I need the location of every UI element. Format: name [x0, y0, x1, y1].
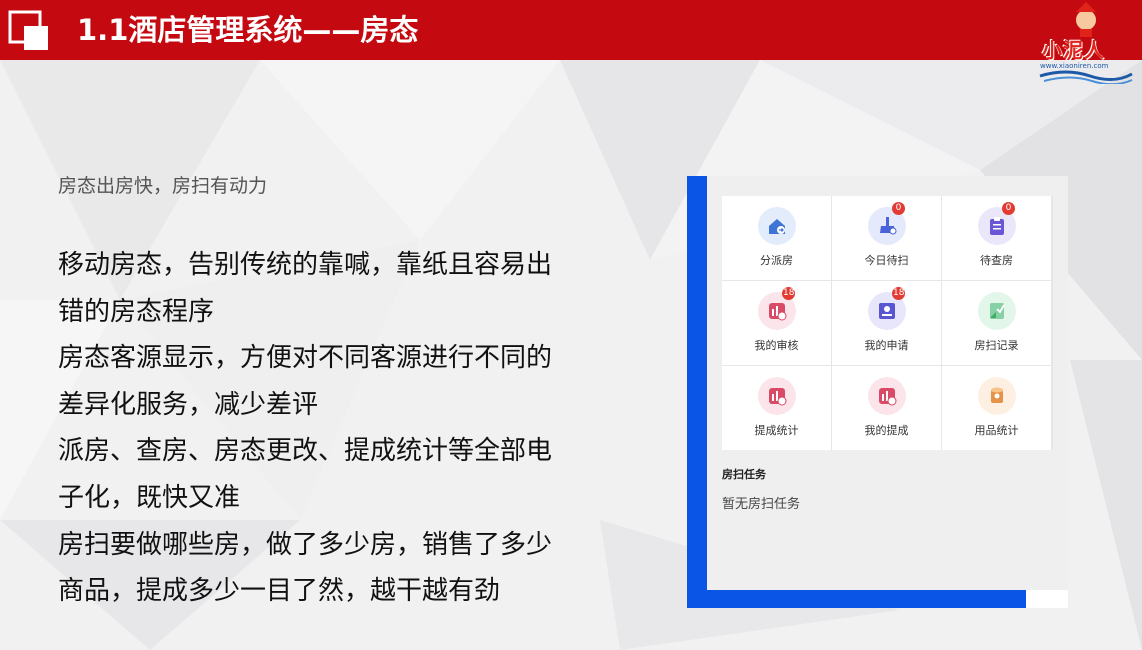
app-screen: 分派房 0 今日待扫 0 待查房 18 我的审核 18 我的申请 房扫记录 提成统计 我…: [707, 176, 1068, 590]
grid-item-label: 今日待扫: [864, 254, 909, 267]
house-arrow-icon: [758, 207, 796, 245]
phone-edge-strip: [1026, 590, 1068, 608]
grid-item-label: 房扫记录: [974, 339, 1019, 352]
grid-item-label: 提成统计: [754, 424, 799, 437]
task-section-title: 房扫任务: [722, 468, 766, 481]
count-badge: 18: [782, 287, 796, 300]
header-bar: 1.1酒店管理系统——房态: [0, 0, 1142, 60]
description-line: 差异化服务，减少差评: [58, 389, 319, 420]
brand-name: 小泥人: [1042, 38, 1105, 62]
grid-item-pending-inspection[interactable]: 0 待查房: [942, 196, 1051, 280]
count-badge: 0: [892, 202, 905, 215]
page-title: 1.1酒店管理系统——房态: [77, 13, 419, 47]
grid-item-label: 用品统计: [974, 424, 1019, 437]
grid-item-my-application[interactable]: 18 我的申请: [832, 281, 941, 365]
paper-roll-icon: [978, 377, 1016, 415]
function-grid: 分派房 0 今日待扫 0 待查房 18 我的审核 18 我的申请 房扫记录 提成统计 我…: [722, 196, 1053, 450]
grid-item-label: 我的审核: [754, 339, 799, 352]
description-line: 商品，提成多少一目了然，越干越有劲: [58, 576, 501, 607]
brand-logo: 小泥人 www.xiaoniren.com: [1036, 2, 1136, 84]
grid-item-commission-stats[interactable]: 提成统计: [722, 366, 831, 450]
grid-item-label: 我的提成: [864, 424, 909, 437]
chart-coin-icon: [868, 377, 906, 415]
description-line: 房态客源显示，方便对不同客源进行不同的: [58, 343, 553, 374]
grid-item-cleaning-records[interactable]: 房扫记录: [942, 281, 1051, 365]
description-text: 移动房态，告别传统的靠喊，靠纸且容易出 错的房态程序 房态客源显示，方便对不同客…: [58, 242, 638, 615]
count-badge: 18: [892, 287, 906, 300]
grid-item-assign-room[interactable]: 分派房: [722, 196, 831, 280]
count-badge: 0: [1002, 202, 1015, 215]
brand-url: www.xiaoniren.com: [1040, 62, 1109, 70]
grid-item-my-review[interactable]: 18 我的审核: [722, 281, 831, 365]
grid-item-today-cleaning[interactable]: 0 今日待扫: [832, 196, 941, 280]
description-line: 错的房态程序: [58, 296, 215, 327]
grid-item-label: 分派房: [760, 254, 793, 267]
description-line: 移动房态，告别传统的靠喊，靠纸且容易出: [58, 250, 553, 280]
grid-item-label: 待查房: [980, 254, 1013, 267]
description-line: 房扫要做哪些房，做了多少房，销售了多少: [58, 529, 553, 560]
square-logo-icon: [8, 10, 48, 50]
grid-item-my-commission[interactable]: 我的提成: [832, 366, 941, 450]
mop-icon: [978, 292, 1016, 330]
description-line: 派房、查房、房态更改、提成统计等全部电: [58, 436, 553, 467]
section-subtitle: 房态出房快，房扫有动力: [58, 175, 268, 197]
grid-item-label: 我的申请: [864, 339, 909, 352]
description-line: 子化，既快又准: [58, 482, 241, 513]
phone-mockup: 分派房 0 今日待扫 0 待查房 18 我的审核 18 我的申请 房扫记录 提成统计 我…: [687, 176, 1068, 608]
task-empty-message: 暂无房扫任务: [722, 497, 801, 512]
chart-coin-icon: [758, 377, 796, 415]
grid-item-supplies-stats[interactable]: 用品统计: [942, 366, 1051, 450]
